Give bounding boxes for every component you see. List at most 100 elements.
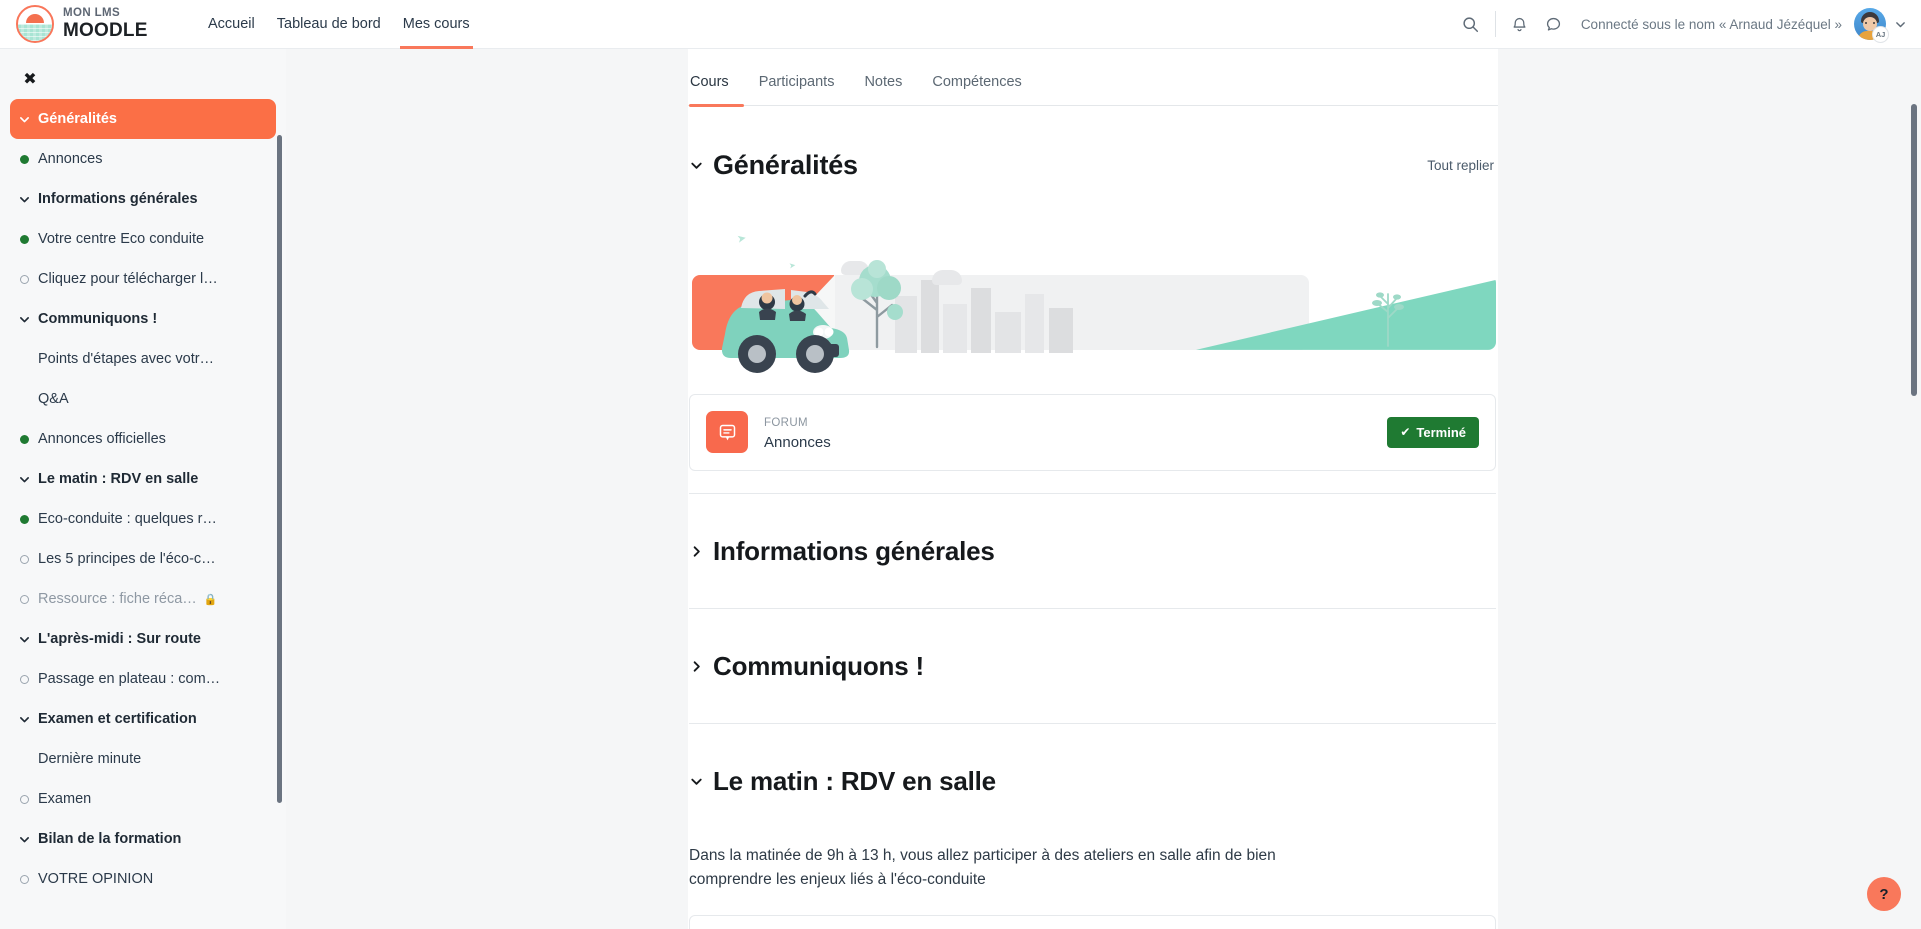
sidebar-item-eco-conduite-reperes[interactable]: Eco-conduite : quelques r…	[10, 499, 276, 539]
layout-gutter	[286, 49, 688, 929]
nav-link-accueil[interactable]: Accueil	[197, 0, 266, 49]
small-tree-illustration	[1372, 292, 1404, 347]
sidebar-item-lapres-midi-sur-route[interactable]: L'après-midi : Sur route	[10, 619, 276, 659]
course-tabs: Cours Participants Notes Compétences	[688, 59, 1498, 107]
course-index-list: Généralités Annonces Informations généra…	[0, 99, 286, 919]
close-icon[interactable]: ✖	[18, 67, 42, 91]
sidebar-item-points-etapes[interactable]: Points d'étapes avec votr…	[10, 339, 276, 379]
chevron-down-icon	[18, 633, 38, 646]
completion-dot-hollow-icon	[18, 274, 38, 284]
section-title: Informations générales	[713, 535, 995, 566]
sidebar-item-examen[interactable]: Examen	[10, 779, 276, 819]
tab-participants[interactable]: Participants	[744, 59, 850, 106]
chevron-down-icon	[18, 713, 38, 726]
sidebar-item-annonces[interactable]: Annonces	[10, 139, 276, 179]
section-header-informations-generales[interactable]: Informations générales	[689, 494, 1496, 608]
activity-card-annonces[interactable]: FORUM Annonces ✔ Terminé	[689, 393, 1496, 471]
completion-badge-label: Terminé	[1416, 424, 1466, 440]
primary-nav: Accueil Tableau de bord Mes cours	[197, 0, 481, 49]
brand-text: MON LMS MOODLE	[63, 6, 148, 42]
sidebar-item-label: Passage en plateau : com…	[38, 671, 221, 687]
tab-competences[interactable]: Compétences	[917, 59, 1036, 106]
page-scrollbar[interactable]	[1911, 104, 1917, 396]
sidebar-item-label: Points d'étapes avec votr…	[38, 351, 215, 367]
sidebar-item-votre-centre-eco-conduite[interactable]: Votre centre Eco conduite	[10, 219, 276, 259]
page-body: ✖ Généralités Annonces Informations géné…	[0, 49, 1921, 929]
sidebar-item-derniere-minute[interactable]: Dernière minute	[10, 739, 276, 779]
navbar-right: Connecté sous le nom « Arnaud Jézéquel »…	[1454, 0, 1921, 49]
activity-text: FORUM Annonces	[764, 411, 831, 454]
sidebar-item-label: Les 5 principes de l'éco-c…	[38, 551, 216, 567]
brand-line1: MON LMS	[63, 6, 121, 19]
page-title: Généralités	[713, 150, 858, 181]
sidebar-item-label: Examen et certification	[38, 711, 197, 727]
chevron-down-icon	[18, 473, 38, 486]
sidebar-item-label: Communiquons !	[38, 311, 158, 327]
chevron-down-icon	[18, 193, 38, 206]
sidebar-item-examen-et-certification[interactable]: Examen et certification	[10, 699, 276, 739]
chevron-right-icon[interactable]	[689, 544, 713, 559]
sunset-wave-logo-icon	[16, 5, 54, 43]
section-header-communiquons[interactable]: Communiquons !	[689, 609, 1496, 723]
lock-icon: 🔒	[203, 593, 218, 606]
sidebar-item-label: Dernière minute	[38, 751, 142, 767]
course-content: Cours Participants Notes Compétences Gén…	[688, 49, 1498, 929]
chevron-down-icon[interactable]	[689, 774, 713, 789]
chevron-right-icon[interactable]	[689, 659, 713, 674]
sidebar-item-les-5-principes[interactable]: Les 5 principes de l'éco-c…	[10, 539, 276, 579]
activity-card-eco-conduite[interactable]: H-P H5P Eco-conduite : quelques repères …	[689, 914, 1496, 929]
sidebar-scrollbar[interactable]	[277, 135, 282, 803]
chat-bubble-icon[interactable]	[1537, 7, 1571, 41]
sidebar-item-informations-generales[interactable]: Informations générales	[10, 179, 276, 219]
sidebar-item-votre-opinion[interactable]: VOTRE OPINION	[10, 859, 276, 899]
completion-dot-hollow-icon	[18, 554, 38, 564]
section-header-le-matin[interactable]: Le matin : RDV en salle	[689, 724, 1496, 838]
search-icon[interactable]	[1454, 7, 1488, 41]
sidebar-item-label: Cliquez pour télécharger l…	[38, 271, 218, 287]
sidebar-item-generalites[interactable]: Généralités	[10, 99, 276, 139]
sidebar-item-label: Votre centre Eco conduite	[38, 231, 205, 247]
bell-icon[interactable]	[1503, 7, 1537, 41]
sidebar-item-cliquez-pour-telecharger[interactable]: Cliquez pour télécharger l…	[10, 259, 276, 299]
check-icon: ✔	[1400, 425, 1411, 440]
chevron-down-icon[interactable]	[689, 158, 713, 173]
sidebar-item-label: Le matin : RDV en salle	[38, 471, 199, 487]
completion-badge-termine[interactable]: ✔ Terminé	[1387, 416, 1479, 448]
top-navbar: MON LMS MOODLE Accueil Tableau de bord M…	[0, 0, 1921, 49]
sidebar-item-bilan-de-la-formation[interactable]: Bilan de la formation	[10, 819, 276, 859]
sidebar-item-annonces-officielles[interactable]: Annonces officielles	[10, 419, 276, 459]
completion-dot-filled-icon	[18, 514, 38, 524]
brand-logo-link[interactable]: MON LMS MOODLE	[16, 5, 182, 43]
sidebar-item-label: Généralités	[38, 111, 117, 127]
chevron-down-icon	[18, 313, 38, 326]
avatar[interactable]: AJ	[1854, 8, 1889, 43]
completion-dot-filled-icon	[18, 234, 38, 244]
chevron-down-icon[interactable]	[1894, 18, 1907, 31]
tab-cours[interactable]: Cours	[689, 59, 744, 107]
section-title: Le matin : RDV en salle	[713, 765, 996, 796]
activity-name-link[interactable]: Annonces	[764, 434, 831, 451]
sidebar-item-le-matin-rdv-en-salle[interactable]: Le matin : RDV en salle	[10, 459, 276, 499]
brand-line2: MOODLE	[63, 20, 148, 42]
sidebar-item-communiquons[interactable]: Communiquons !	[10, 299, 276, 339]
avatar-initials: AJ	[1872, 26, 1889, 43]
sidebar-item-ressource-fiche-reca[interactable]: Ressource : fiche réca… 🔒	[10, 579, 276, 619]
sidebar-item-label: Eco-conduite : quelques r…	[38, 511, 217, 527]
activity-status: ✔ Terminé	[1387, 416, 1479, 448]
course-index-sidebar: ✖ Généralités Annonces Informations géné…	[0, 49, 286, 929]
sidebar-item-qa[interactable]: Q&A	[10, 379, 276, 419]
bird-icon: ➤	[735, 231, 748, 246]
chevron-down-icon	[18, 113, 38, 126]
sections-list: Généralités Tout replier ➤ ➤ FORUM Annon…	[688, 106, 1498, 929]
activity-type-label: FORUM	[764, 416, 808, 429]
collapse-all-link[interactable]: Tout replier	[1427, 158, 1496, 173]
nav-link-mes-cours[interactable]: Mes cours	[392, 0, 481, 49]
help-button[interactable]: ?	[1867, 877, 1901, 911]
sidebar-item-label: Ressource : fiche réca…	[38, 591, 197, 607]
completion-dot-filled-icon	[18, 154, 38, 164]
sidebar-item-passage-en-plateau[interactable]: Passage en plateau : com…	[10, 659, 276, 699]
tab-notes[interactable]: Notes	[849, 59, 917, 106]
sidebar-item-label: VOTRE OPINION	[38, 871, 154, 887]
section-header-generalites: Généralités Tout replier	[689, 106, 1496, 222]
nav-link-tableau-de-bord[interactable]: Tableau de bord	[266, 0, 392, 49]
